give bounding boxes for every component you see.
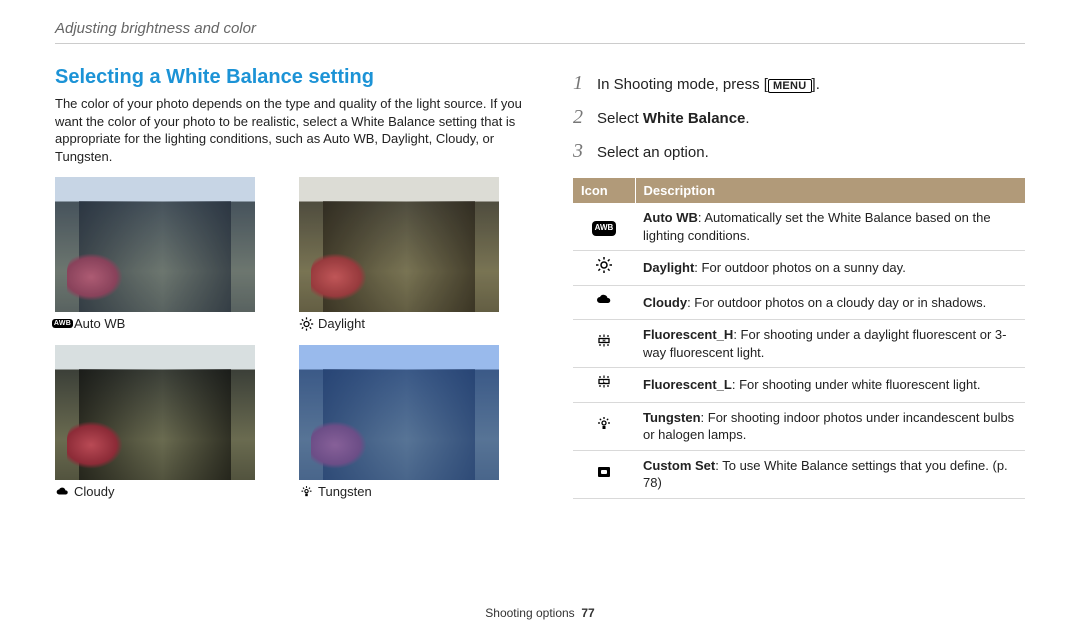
row-icon-cell: AWB — [573, 203, 635, 251]
step-text: In Shooting mode, press [MENU]. — [597, 72, 820, 98]
table-row: Tungsten: For shooting indoor photos und… — [573, 402, 1025, 450]
right-column: 1 In Shooting mode, press [MENU]. 2 Sele… — [573, 66, 1025, 507]
row-bold: Cloudy — [643, 295, 687, 310]
row-text: : For outdoor photos on a sunny day. — [694, 260, 906, 275]
row-icon-cell — [573, 320, 635, 368]
row-text: : For outdoor photos on a cloudy day or … — [687, 295, 986, 310]
table-header-desc: Description — [635, 178, 1025, 203]
example-tile: AWB Auto WB — [55, 177, 281, 339]
row-text: : For shooting under white fluorescent l… — [732, 377, 981, 392]
menu-button-icon: MENU — [768, 79, 812, 93]
row-desc-cell: Fluorescent_H: For shooting under a dayl… — [635, 320, 1025, 368]
example-label: Cloudy — [74, 484, 114, 499]
table-row: Cloudy: For outdoor photos on a cloudy d… — [573, 285, 1025, 320]
chapter-title: Adjusting brightness and color — [55, 20, 1025, 37]
section-heading: Selecting a White Balance setting — [55, 66, 525, 89]
step-number: 3 — [573, 134, 587, 168]
intro-paragraph: The color of your photo depends on the t… — [55, 95, 525, 165]
sun-icon — [593, 257, 615, 273]
fluoL-icon — [593, 374, 615, 390]
tungsten-icon — [593, 416, 615, 432]
example-photo-autowb — [55, 177, 255, 312]
step-text: Select an option. — [597, 140, 709, 166]
row-bold: Fluorescent_H — [643, 327, 733, 342]
row-bold: Auto WB — [643, 210, 698, 225]
row-desc-cell: Daylight: For outdoor photos on a sunny … — [635, 251, 1025, 286]
awb-icon: AWB — [55, 318, 70, 330]
table-header-icon: Icon — [573, 178, 635, 203]
row-icon-cell — [573, 402, 635, 450]
row-icon-cell — [573, 285, 635, 320]
row-icon-cell — [573, 251, 635, 286]
row-icon-cell — [573, 450, 635, 498]
example-photo-tungsten — [299, 345, 499, 480]
cloud-icon — [55, 486, 70, 498]
example-caption: Daylight — [299, 316, 525, 331]
example-grid: AWB Auto WB Daylight Cloudy — [55, 177, 525, 507]
table-row: Daylight: For outdoor photos on a sunny … — [573, 251, 1025, 286]
row-desc-cell: Tungsten: For shooting indoor photos und… — [635, 402, 1025, 450]
cloud-icon — [593, 292, 615, 308]
example-photo-daylight — [299, 177, 499, 312]
step-item: 2 Select White Balance. — [573, 100, 1025, 134]
custom-icon — [593, 464, 615, 480]
table-row: Custom Set: To use White Balance setting… — [573, 450, 1025, 498]
row-bold: Tungsten — [643, 410, 701, 425]
fluoH-icon — [593, 333, 615, 349]
example-tile: Cloudy — [55, 345, 281, 507]
row-desc-cell: Auto WB: Automatically set the White Bal… — [635, 203, 1025, 251]
step-list: 1 In Shooting mode, press [MENU]. 2 Sele… — [573, 66, 1025, 168]
row-desc-cell: Cloudy: For outdoor photos on a cloudy d… — [635, 285, 1025, 320]
footer-section: Shooting options — [485, 606, 574, 620]
step-text: Select White Balance. — [597, 106, 750, 132]
tungsten-icon — [299, 486, 314, 498]
divider — [55, 43, 1025, 44]
page-footer: Shooting options 77 — [0, 606, 1080, 620]
table-row: AWB Auto WB: Automatically set the White … — [573, 203, 1025, 251]
example-caption: Cloudy — [55, 484, 281, 499]
row-icon-cell — [573, 368, 635, 403]
example-label: Auto WB — [74, 316, 125, 331]
step-item: 1 In Shooting mode, press [MENU]. — [573, 66, 1025, 100]
sun-icon — [299, 318, 314, 330]
example-caption: Tungsten — [299, 484, 525, 499]
row-bold: Daylight — [643, 260, 694, 275]
row-desc-cell: Custom Set: To use White Balance setting… — [635, 450, 1025, 498]
row-bold: Custom Set — [643, 458, 715, 473]
example-tile: Tungsten — [299, 345, 525, 507]
example-label: Daylight — [318, 316, 365, 331]
footer-page: 77 — [581, 606, 594, 620]
example-caption: AWB Auto WB — [55, 316, 281, 331]
row-bold: Fluorescent_L — [643, 377, 732, 392]
left-column: Selecting a White Balance setting The co… — [55, 66, 525, 507]
step-item: 3 Select an option. — [573, 134, 1025, 168]
example-tile: Daylight — [299, 177, 525, 339]
wb-options-table: Icon Description AWB Auto WB: Automatical… — [573, 178, 1025, 499]
step-number: 2 — [573, 100, 587, 134]
example-photo-cloudy — [55, 345, 255, 480]
row-desc-cell: Fluorescent_L: For shooting under white … — [635, 368, 1025, 403]
table-row: Fluorescent_H: For shooting under a dayl… — [573, 320, 1025, 368]
table-row: Fluorescent_L: For shooting under white … — [573, 368, 1025, 403]
step-number: 1 — [573, 66, 587, 100]
example-label: Tungsten — [318, 484, 372, 499]
awb-icon: AWB — [593, 220, 615, 236]
